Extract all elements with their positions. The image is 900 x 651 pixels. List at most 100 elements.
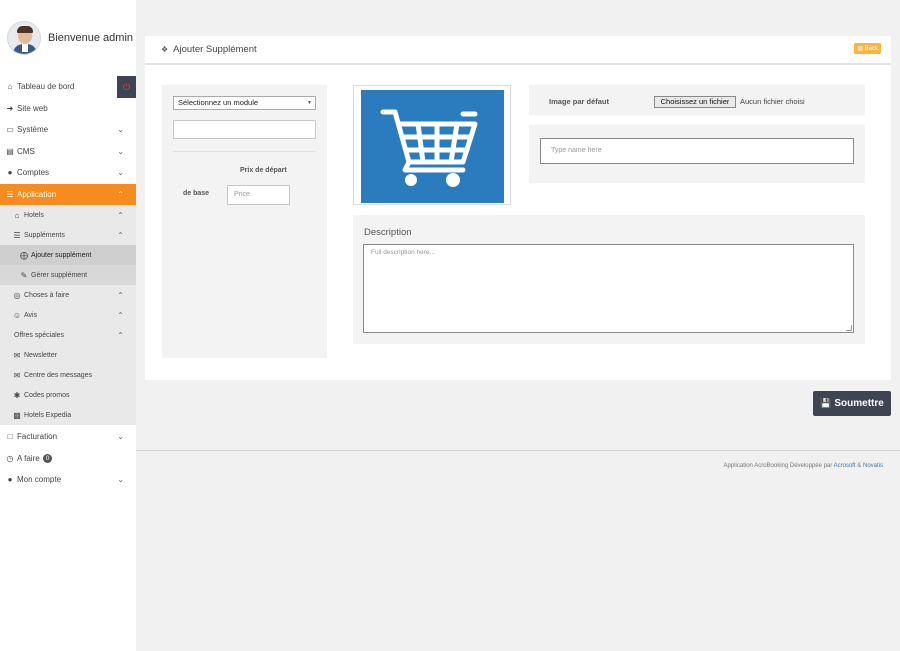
novatis-link[interactable]: Novatis <box>863 463 883 469</box>
chevron-down-icon: ⌄ <box>117 432 124 442</box>
home-icon: ⌂ <box>7 82 13 92</box>
sidebar-item-label: Système <box>17 125 49 135</box>
sidebar-item-billing[interactable]: □ Facturation ⌄ <box>0 426 136 448</box>
sidebar-item-label: Comptes <box>17 168 50 178</box>
sidebar-item-accounts[interactable]: ● Comptes ⌄ <box>0 162 136 184</box>
description-placeholder: Full description here... <box>371 249 435 256</box>
panel-header: ❖ Ajouter Supplément <box>145 36 891 65</box>
sidebar-item-application[interactable]: ☰ Application ⌃ <box>0 183 136 205</box>
sidebar-item-expedia-hotels[interactable]: ▩ Hotels Expedia <box>0 405 136 425</box>
todo-count-badge: 0 <box>42 453 53 463</box>
sidebar: Bienvenue admin ⌂ Tableau de bord ⏻ ➜ Si… <box>0 0 136 651</box>
chevron-up-icon: ⌃ <box>117 310 124 320</box>
globe-icon: ◎ <box>13 290 21 300</box>
footer-text: Application AcroBooking Développée par <box>723 463 833 469</box>
cms-icon: ▤ <box>6 146 14 156</box>
back-button[interactable]: ▤ Back <box>854 43 881 54</box>
sidebar-item-dashboard[interactable]: ⌂ Tableau de bord ⏻ <box>0 76 136 98</box>
resize-handle-icon[interactable] <box>846 325 852 331</box>
sidebar-item-my-account[interactable]: ● Mon compte ⌄ <box>0 469 136 491</box>
sidebar-item-todo[interactable]: ◷ A faire 0 <box>0 448 136 470</box>
sidebar-item-label: Hotels Expedia <box>24 411 72 419</box>
footer: Application AcroBooking Développée par A… <box>724 463 883 469</box>
chevron-up-icon: ⌃ <box>117 290 124 300</box>
back-label: Back <box>864 46 878 52</box>
sidebar-item-label: Hotels <box>24 211 44 219</box>
list-icon: ☰ <box>6 189 14 199</box>
acrosoft-link[interactable]: Acrosoft <box>834 463 856 469</box>
sidebar-item-label: Site web <box>17 103 48 113</box>
sign-in-icon: ➜ <box>6 103 14 113</box>
price-input[interactable]: Price <box>227 185 290 205</box>
user-icon: ● <box>7 168 13 178</box>
chevron-up-icon: ⌃ <box>117 330 124 340</box>
shopping-cart-icon <box>361 90 504 203</box>
sidebar-item-label: Choses à faire <box>24 291 70 299</box>
name-input[interactable]: Type name here <box>540 138 854 164</box>
user-icon: ● <box>7 475 13 485</box>
description-label: Description <box>364 227 412 238</box>
page-title: Ajouter Supplément <box>173 44 257 55</box>
sidebar-item-cms[interactable]: ▤ CMS ⌄ <box>0 141 136 163</box>
divider <box>173 151 316 152</box>
power-icon[interactable]: ⏻ <box>117 76 136 98</box>
avatar[interactable] <box>7 21 41 55</box>
profile-header: Bienvenue admin <box>0 0 136 76</box>
start-price-label: Prix de départ <box>240 167 287 174</box>
chevron-down-icon: ⌄ <box>117 168 124 178</box>
default-image-label: Image par défaut <box>549 97 610 106</box>
back-icon: ▤ <box>857 46 865 52</box>
sidebar-item-label: Ajouter supplément <box>31 251 92 259</box>
sidebar-item-label: Tableau de bord <box>17 82 75 92</box>
sidebar-item-label: Suppléments <box>24 231 65 239</box>
sidebar-item-website[interactable]: ➜ Site web <box>0 98 136 120</box>
sidebar-item-newsletter[interactable]: ✉ Newsletter <box>0 345 136 365</box>
sidebar-item-reviews[interactable]: ☺ Avis ⌃ <box>0 305 136 325</box>
edit-icon: ✎ <box>20 270 28 280</box>
tags-icon: ❖ <box>161 45 169 54</box>
laptop-icon: ▭ <box>6 125 14 135</box>
sidebar-item-label: CMS <box>17 146 35 156</box>
module-select[interactable]: Sélectionnez un module ▼ <box>173 96 316 110</box>
no-file-text: Aucun fichier choisi <box>740 97 805 106</box>
sidebar-item-label: Application <box>17 189 57 199</box>
sidebar-item-things-to-do[interactable]: ◎ Choses à faire ⌃ <box>0 285 136 305</box>
application-submenu: ⌂ Hotels ⌃ ☰ Suppléments ⌃ ⨁ Ajouter sup… <box>0 205 136 425</box>
envelope-icon: ✉ <box>13 350 21 360</box>
sidebar-item-message-center[interactable]: ✉ Centre des messages <box>0 365 136 385</box>
envelope-icon: ✉ <box>13 370 21 380</box>
plus-circle-icon: ⨁ <box>20 250 28 260</box>
submit-button[interactable]: 💾 Soumettre <box>813 391 891 416</box>
sidebar-item-system[interactable]: ▭ Système ⌄ <box>0 119 136 141</box>
sidebar-item-special-offers[interactable]: Offres spéciales ⌃ <box>0 325 136 345</box>
footer-amp: & <box>857 463 862 469</box>
image-preview <box>353 85 511 205</box>
chevron-down-icon: ⌄ <box>117 475 124 485</box>
sidebar-item-supplements[interactable]: ☰ Suppléments ⌃ <box>0 225 136 245</box>
sidebar-item-promo-codes[interactable]: ✱ Codes promos <box>0 385 136 405</box>
sidebar-item-label: Codes promos <box>24 391 70 399</box>
sidebar-item-label: Facturation <box>17 432 58 442</box>
footer-divider <box>136 450 900 451</box>
chevron-up-icon: ⌃ <box>117 210 124 220</box>
file-icon: □ <box>7 432 13 442</box>
chevron-down-icon: ⌄ <box>117 146 124 156</box>
smile-icon: ☺ <box>12 310 22 320</box>
sidebar-item-label: Gérer supplément <box>31 271 88 279</box>
sidebar-item-add-supplement[interactable]: ⨁ Ajouter supplément <box>0 245 136 265</box>
sidebar-item-label: A faire <box>17 453 40 463</box>
list-icon: ☰ <box>13 230 21 240</box>
chevron-up-icon: ⌃ <box>117 189 124 199</box>
choose-file-button[interactable]: Choisissez un fichier <box>654 96 736 108</box>
sidebar-item-manage-supplement[interactable]: ✎ Gérer supplément <box>0 265 136 285</box>
building-icon: ▩ <box>13 410 21 420</box>
sidebar-item-label: Offres spéciales <box>14 331 65 339</box>
description-textarea[interactable]: Full description here... <box>363 244 854 333</box>
module-text-input[interactable] <box>173 120 316 139</box>
sidebar-item-label: Mon compte <box>17 475 62 485</box>
sidebar-item-hotels[interactable]: ⌂ Hotels ⌃ <box>0 205 136 225</box>
caret-down-icon: ▼ <box>307 100 312 106</box>
sidebar-item-label: Newsletter <box>24 351 58 359</box>
home-icon: ⌂ <box>14 210 20 220</box>
module-select-value: Sélectionnez un module <box>178 98 259 107</box>
